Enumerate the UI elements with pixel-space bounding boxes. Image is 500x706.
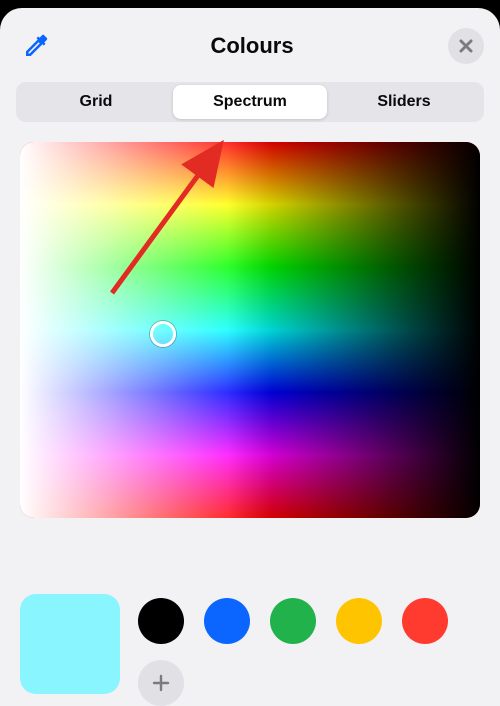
eyedropper-button[interactable]: [16, 26, 56, 66]
tab-sliders[interactable]: Sliders: [327, 85, 481, 119]
preset-swatch-area: [138, 594, 480, 706]
color-picker-sheet: Colours Grid Spectrum Sliders: [0, 8, 500, 706]
close-icon: [458, 38, 474, 54]
panel-title: Colours: [56, 33, 448, 59]
spectrum-black-layer: [20, 142, 480, 518]
plus-icon: [152, 674, 170, 692]
swatch-footer: [0, 594, 500, 706]
view-mode-tabs: Grid Spectrum Sliders: [16, 82, 484, 122]
preset-swatch[interactable]: [204, 598, 250, 644]
tab-grid[interactable]: Grid: [19, 85, 173, 119]
add-swatch-button[interactable]: [138, 660, 184, 706]
tab-label: Sliders: [377, 93, 430, 111]
preset-swatch[interactable]: [402, 598, 448, 644]
preset-swatch[interactable]: [336, 598, 382, 644]
eyedropper-icon: [21, 31, 51, 61]
spectrum-canvas[interactable]: [20, 142, 480, 518]
close-button[interactable]: [448, 28, 484, 64]
current-color-swatch[interactable]: [20, 594, 120, 694]
tab-label: Grid: [80, 93, 113, 111]
tab-spectrum[interactable]: Spectrum: [173, 85, 327, 119]
tab-label: Spectrum: [213, 93, 287, 111]
preset-swatch-row: [138, 598, 480, 644]
preset-swatch[interactable]: [270, 598, 316, 644]
header-bar: Colours: [0, 8, 500, 76]
add-swatch-row: [138, 660, 480, 706]
preset-swatch[interactable]: [138, 598, 184, 644]
